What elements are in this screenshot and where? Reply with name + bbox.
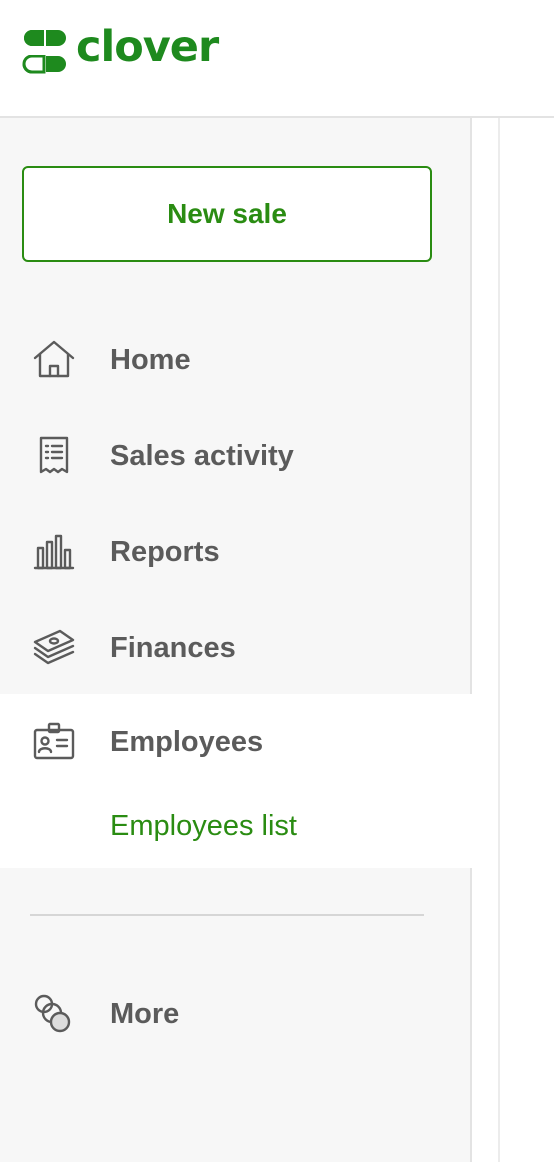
sidebar-item-more[interactable]: More bbox=[0, 966, 472, 1062]
clover-leaf-icon bbox=[22, 30, 66, 74]
sidebar-gutter bbox=[474, 118, 500, 1162]
home-icon bbox=[32, 338, 76, 382]
receipt-icon bbox=[32, 434, 76, 478]
sidebar-item-finances[interactable]: Finances bbox=[0, 600, 472, 696]
brand-name: clover bbox=[76, 21, 219, 72]
clover-logo[interactable]: clover bbox=[20, 21, 219, 76]
sidebar-item-label: Employees bbox=[110, 725, 264, 758]
sidebar: New sale Home Sales activity Reports Fin… bbox=[0, 118, 472, 1162]
app-header: clover bbox=[0, 0, 554, 118]
money-stack-icon bbox=[32, 626, 76, 670]
bar-chart-icon bbox=[32, 530, 76, 574]
id-badge-icon bbox=[32, 720, 76, 764]
sidebar-item-label: Sales activity bbox=[110, 439, 294, 472]
main-content bbox=[502, 118, 554, 1162]
sidebar-subitem-employees-list[interactable]: Employees list bbox=[110, 810, 297, 843]
sidebar-item-label: Reports bbox=[110, 535, 220, 568]
sidebar-item-employees[interactable]: Employees bbox=[0, 694, 472, 790]
sidebar-item-label: More bbox=[110, 997, 180, 1030]
employees-group: Employees Employees list bbox=[0, 694, 472, 868]
new-sale-button[interactable]: New sale bbox=[22, 166, 432, 262]
sidebar-item-home[interactable]: Home bbox=[0, 312, 472, 408]
sidebar-item-reports[interactable]: Reports bbox=[0, 504, 472, 600]
sidebar-divider bbox=[30, 914, 424, 916]
sidebar-item-label: Finances bbox=[110, 631, 236, 664]
sidebar-item-label: Home bbox=[110, 343, 191, 376]
sidebar-item-sales-activity[interactable]: Sales activity bbox=[0, 408, 472, 504]
circles-icon bbox=[32, 992, 76, 1036]
